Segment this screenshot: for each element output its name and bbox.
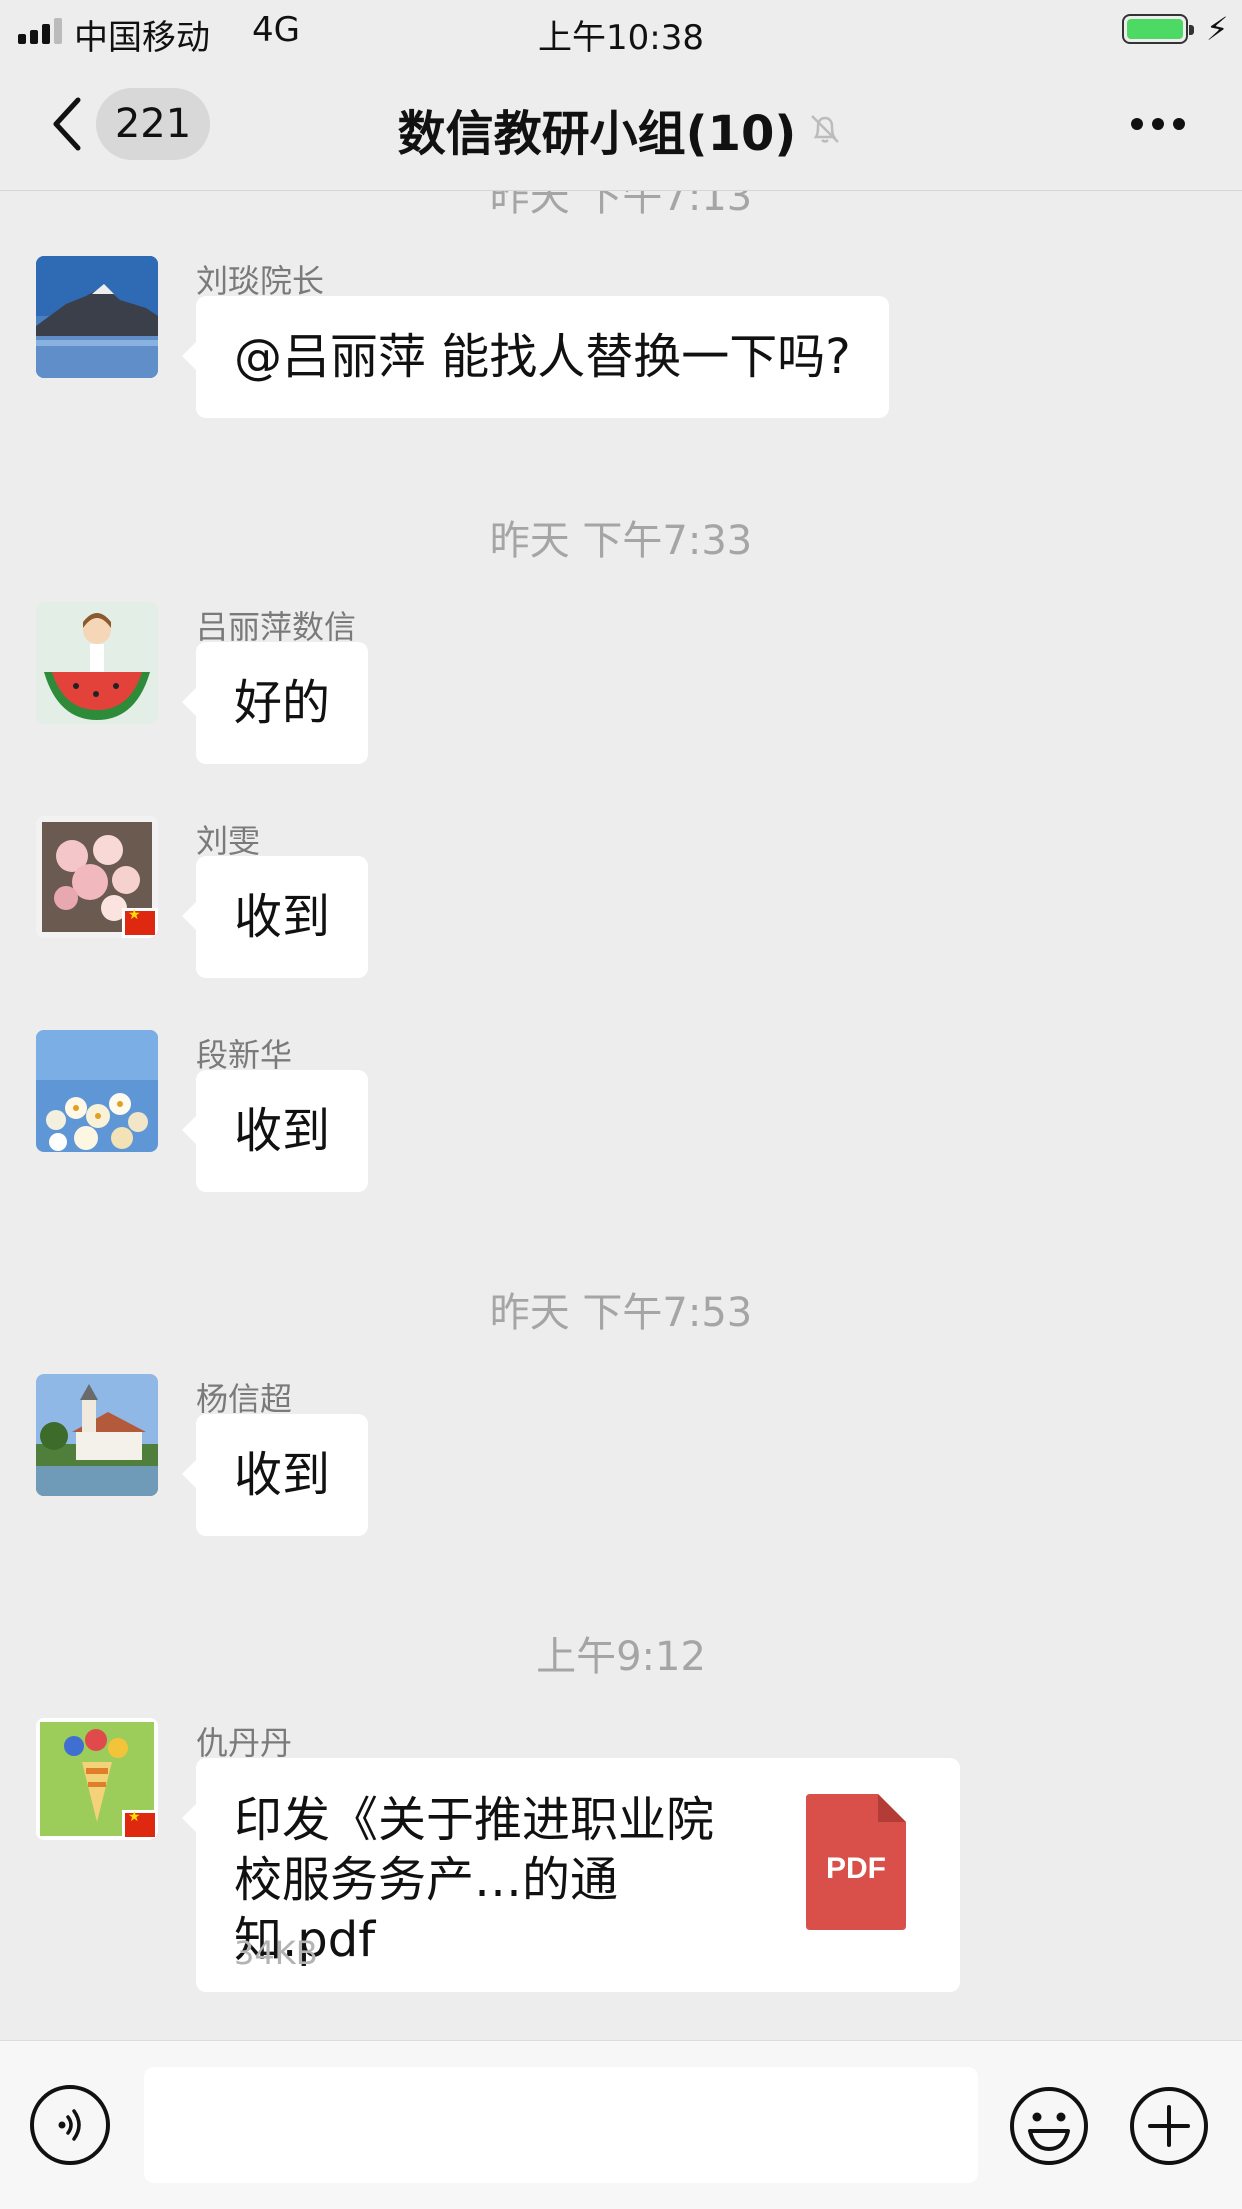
add-more-icon[interactable] — [1128, 2085, 1210, 2167]
timestamp: 昨天 下午7:13 — [489, 190, 753, 220]
status-time: 上午10:38 — [538, 18, 704, 58]
avatar[interactable] — [36, 602, 158, 724]
battery-icon — [1122, 14, 1194, 44]
timestamp: 昨天 下午7:33 — [489, 518, 753, 564]
avatar[interactable] — [36, 256, 158, 378]
chat-title: 数信教研小组(10) — [397, 106, 797, 162]
message-bubble[interactable]: 收到 — [181, 1070, 369, 1192]
message-bubble[interactable]: 收到 — [181, 1414, 369, 1536]
avatar[interactable] — [36, 1374, 158, 1496]
china-flag-icon — [122, 1809, 158, 1840]
file-size: 34KB — [234, 1934, 318, 1972]
avatar[interactable] — [36, 1030, 158, 1152]
china-flag-icon — [122, 907, 158, 938]
message-bubble[interactable]: @吕丽萍 能找人替换一下吗? — [182, 296, 889, 418]
bell-slash-icon — [811, 115, 840, 143]
timestamp: 昨天 下午7:53 — [489, 1290, 753, 1336]
charging-icon: ⚡ — [1206, 10, 1229, 48]
message-bubble[interactable]: 收到 — [181, 856, 369, 978]
more-dots-icon[interactable] — [1126, 92, 1190, 156]
pdf-label: PDF — [826, 1852, 886, 1885]
status-bar: 中国移动 4G 上午10:38 ⚡ — [0, 0, 1242, 62]
emoji-icon[interactable] — [1008, 2085, 1090, 2167]
timestamp: 上午9:12 — [536, 1634, 706, 1680]
input-bar — [0, 2040, 1242, 2209]
avatar[interactable] — [36, 816, 158, 938]
voice-input-icon[interactable] — [30, 2085, 110, 2165]
nav-bar: 221 数信教研小组(10) — [0, 62, 1242, 191]
pdf-file-icon: PDF — [806, 1794, 906, 1930]
file-message[interactable]: 印发《关于推进职业院校服务务产…的通知.pdf 34KB PDF — [182, 1758, 960, 1992]
message-bubble[interactable]: 好的 — [181, 642, 369, 764]
avatar[interactable] — [36, 1718, 158, 1840]
message-input[interactable] — [144, 2067, 978, 2183]
chat-area[interactable]: 昨天 下午7:13 刘琰院长 @吕丽萍 能找人替换一下吗? 昨天 下午7:33 — [0, 190, 1242, 2038]
